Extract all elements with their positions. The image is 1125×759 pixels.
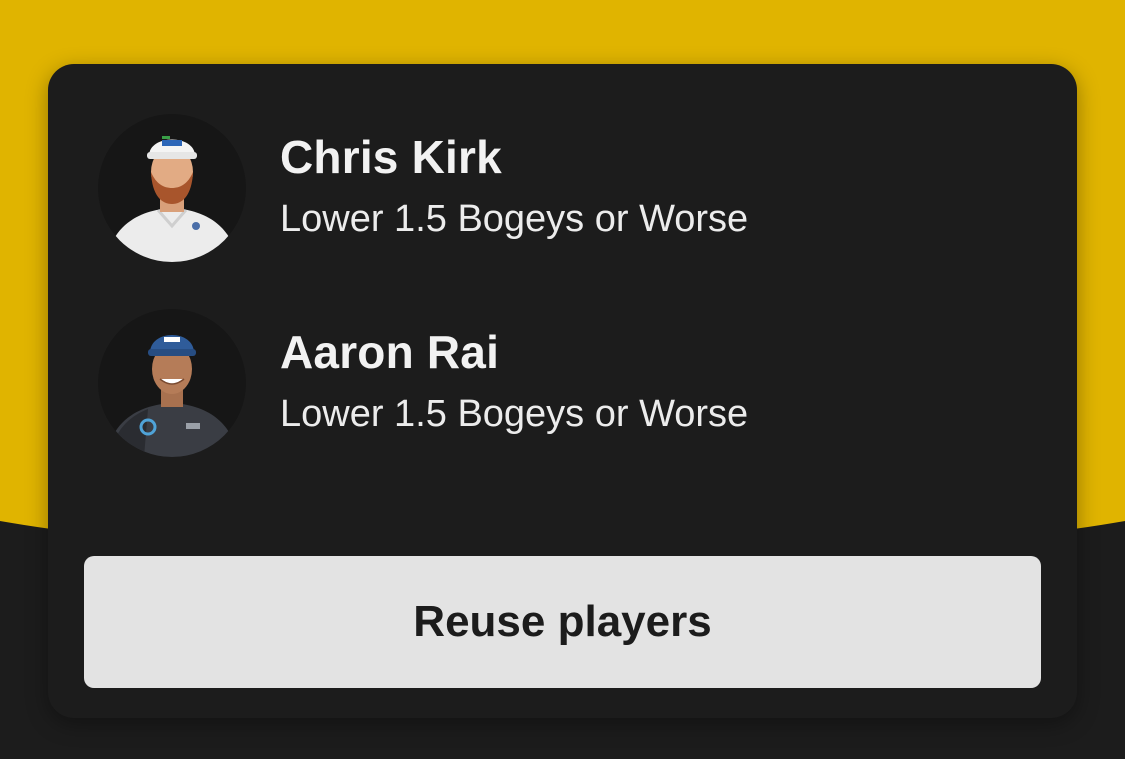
player-avatar	[98, 309, 246, 457]
player-row[interactable]: Chris Kirk Lower 1.5 Bogeys or Worse	[48, 114, 1077, 264]
player-pick: Lower 1.5 Bogeys or Worse	[280, 198, 749, 240]
player-row[interactable]: Aaron Rai Lower 1.5 Bogeys or Worse	[48, 309, 1077, 459]
player-name: Chris Kirk	[280, 131, 502, 183]
player-avatar	[98, 114, 246, 262]
screen: Chris Kirk Lower 1.5 Bogeys or Worse Aar…	[0, 0, 1125, 759]
reuse-players-button[interactable]: Reuse players	[84, 556, 1041, 688]
player-headshot-icon	[106, 335, 238, 457]
player-name: Aaron Rai	[280, 326, 500, 378]
player-pick: Lower 1.5 Bogeys or Worse	[280, 393, 749, 435]
picks-card: Chris Kirk Lower 1.5 Bogeys or Worse Aar…	[48, 64, 1077, 718]
player-headshot-icon	[106, 136, 238, 262]
